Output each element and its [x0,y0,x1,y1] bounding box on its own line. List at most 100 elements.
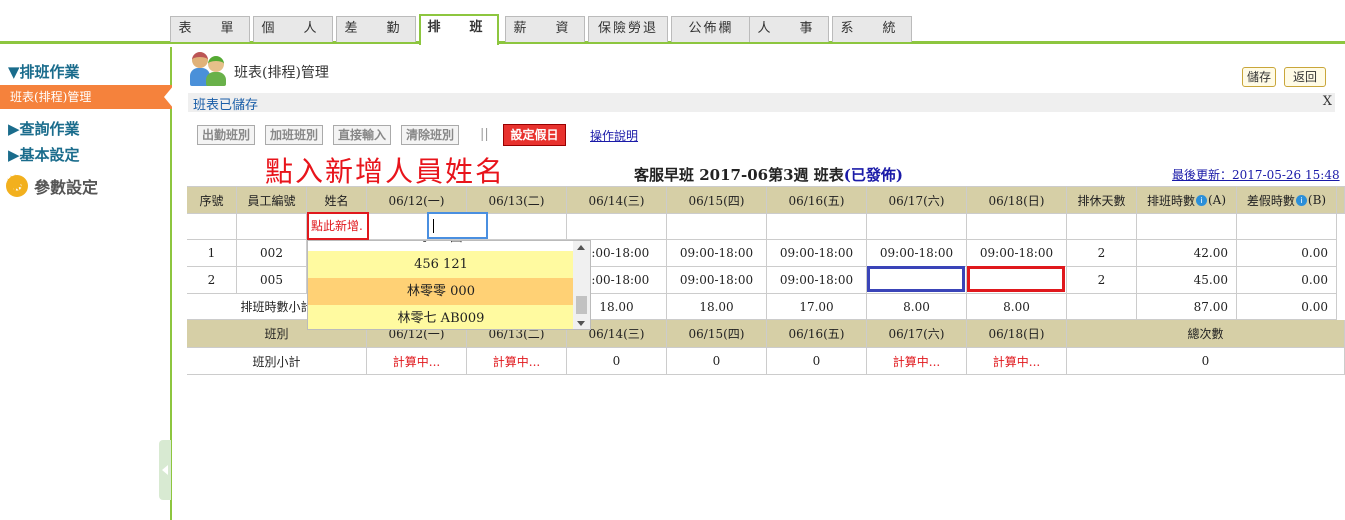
sidebar-section-query[interactable]: ▶查詢作業 [8,118,80,139]
direct-input-button[interactable]: 直接輸入 [333,125,392,145]
scroll-up-icon[interactable] [577,245,585,250]
col-header-employee-id: 員工編號 [237,187,307,214]
tab-personal[interactable]: 個 人 [253,16,333,42]
dropdown-option[interactable]: 456 121 [308,251,574,278]
selected-shift-cell[interactable] [867,266,965,292]
attendance-shift-button[interactable]: 出勤班別 [197,125,256,145]
shift-subtotal: 計算中... [367,348,467,375]
sidebar-section-scheduling[interactable]: ▼排班作業 [8,61,80,82]
text-caret [433,219,434,233]
tab-insurance[interactable]: 保險勞退 [588,16,668,42]
col-header-day: 06/17(六) [867,187,967,214]
clear-shift-button[interactable]: 清除班別 [401,125,460,145]
shift-header-total: 總次數 [1067,320,1345,348]
col-header-no: 序號 [187,187,237,214]
shift-subtotal: 0 [667,348,767,375]
top-nav: 表 單 個 人 差 勤 排 班 薪 資 保險勞退 公佈欄 人 事 系 統 [0,0,1345,45]
employee-name-input[interactable] [427,212,488,239]
hours-subtotal-total: 87.00 [1137,294,1237,320]
info-icon[interactable]: i [1295,194,1307,206]
last-update-link[interactable]: 最後更新：2017-05-26 15:48 [1172,166,1340,183]
add-person-hint: 點入新增人員姓名 [265,155,506,188]
toolbar-separator: || [480,127,489,142]
tab-system[interactable]: 系 統 [832,16,912,42]
col-header-day: 06/16(五) [767,187,867,214]
add-row-cell [567,214,667,240]
sidebar-collapse-handle[interactable] [159,440,171,500]
sidebar: ▼排班作業 班表(排程)管理 ▶查詢作業 ▶基本設定 參數設定 [0,47,174,520]
add-employee-button[interactable]: 點此新增. [307,212,369,240]
hours-subtotal: 8.00 [867,294,967,320]
add-row-cell [967,214,1067,240]
help-link[interactable]: 操作說明 [590,127,638,144]
employee-id: 005 [237,267,307,294]
info-icon[interactable]: i [1195,194,1207,206]
page-title: 班表(排程)管理 [234,65,329,81]
shift-cell[interactable]: 09:00-18:00 [667,240,767,267]
dropdown-option-selected[interactable]: 林零零 000 [308,278,574,305]
tab-salary[interactable]: 薪 資 [505,16,585,42]
add-row-cell [1237,214,1337,240]
back-button[interactable]: 返回 [1284,67,1326,87]
shift-subtotal: 0 [567,348,667,375]
close-message-button[interactable]: X [1323,94,1332,109]
add-row-cell [767,214,867,240]
shift-subtotal-label: 班別小計 [187,348,367,375]
shift-header-day: 06/18(日) [967,320,1067,348]
tab-hr[interactable]: 人 事 [749,16,829,42]
shift-header-day: 06/16(五) [767,320,867,348]
schedule-title: 客服早班 2017-06第3週 班表(已發佈) [634,164,903,185]
leave-hours: 0.00 [1237,267,1337,294]
save-status-message: 班表已儲存 [193,98,259,113]
col-header-leave-hours: 差假時數 i (B) [1237,187,1337,214]
shift-subtotal: 計算中... [867,348,967,375]
shift-cell[interactable]: 09:00-18:00 [867,240,967,267]
sidebar-item-schedule-management[interactable]: 班表(排程)管理 [0,85,174,109]
hours-subtotal [1067,294,1137,320]
save-button[interactable]: 儲存 [1242,67,1277,87]
shift-subtotal-total: 0 [1067,348,1345,375]
set-holiday-button[interactable]: 設定假日 [503,124,566,146]
overtime-shift-button[interactable]: 加班班別 [265,125,324,145]
employee-autocomplete-dropdown: 李 X 田 456 121 林零零 000 林零七 AB009 [307,240,591,330]
scroll-down-icon[interactable] [577,321,585,326]
scroll-thumb[interactable] [576,296,587,314]
add-row-cell [237,214,307,240]
tab-forms[interactable]: 表 單 [170,16,250,42]
add-row-cell [667,214,767,240]
row-number: 1 [187,240,237,267]
shift-subtotal: 計算中... [467,348,567,375]
employee-id: 002 [237,240,307,267]
rest-days: 2 [1067,240,1137,267]
people-icon [190,50,228,88]
shift-header-day: 06/15(四) [667,320,767,348]
tab-attendance[interactable]: 差 勤 [336,16,416,42]
message-bar: 班表已儲存 X [188,93,1335,113]
row-number: 2 [187,267,237,294]
dropdown-option[interactable]: 李 X 田 [308,241,574,251]
shift-cell[interactable]: 09:00-18:00 [767,240,867,267]
add-row-cell [187,214,237,240]
shift-cell[interactable]: 09:00-18:00 [967,240,1067,267]
gear-icon [5,170,28,198]
highlighted-shift-cell[interactable] [967,266,1065,292]
col-header-name: 姓名 [307,187,367,214]
col-header-day: 06/14(三) [567,187,667,214]
shift-cell[interactable]: 09:00-18:00 [667,267,767,294]
tab-bulletin[interactable]: 公佈欄 [671,16,751,42]
schedule-name: 客服早班 2017-06第3週 班表 [634,166,844,184]
shift-hours: 42.00 [1137,240,1237,267]
hours-subtotal: 17.00 [767,294,867,320]
dropdown-option[interactable]: 林零七 AB009 [308,305,574,329]
add-row-cell [867,214,967,240]
dropdown-scrollbar[interactable] [573,241,590,329]
shift-cell[interactable]: 09:00-18:00 [767,267,867,294]
col-header-day: 06/13(二) [467,187,567,214]
sidebar-item-parameter-settings[interactable]: 參數設定 [34,174,98,198]
leave-subtotal-total: 0.00 [1237,294,1337,320]
col-header-day: 06/12(一) [367,187,467,214]
sidebar-section-basic-settings[interactable]: ▶基本設定 [8,144,80,165]
tab-scheduling[interactable]: 排 班 [419,14,499,45]
shift-subtotal: 計算中... [967,348,1067,375]
leave-hours: 0.00 [1237,240,1337,267]
